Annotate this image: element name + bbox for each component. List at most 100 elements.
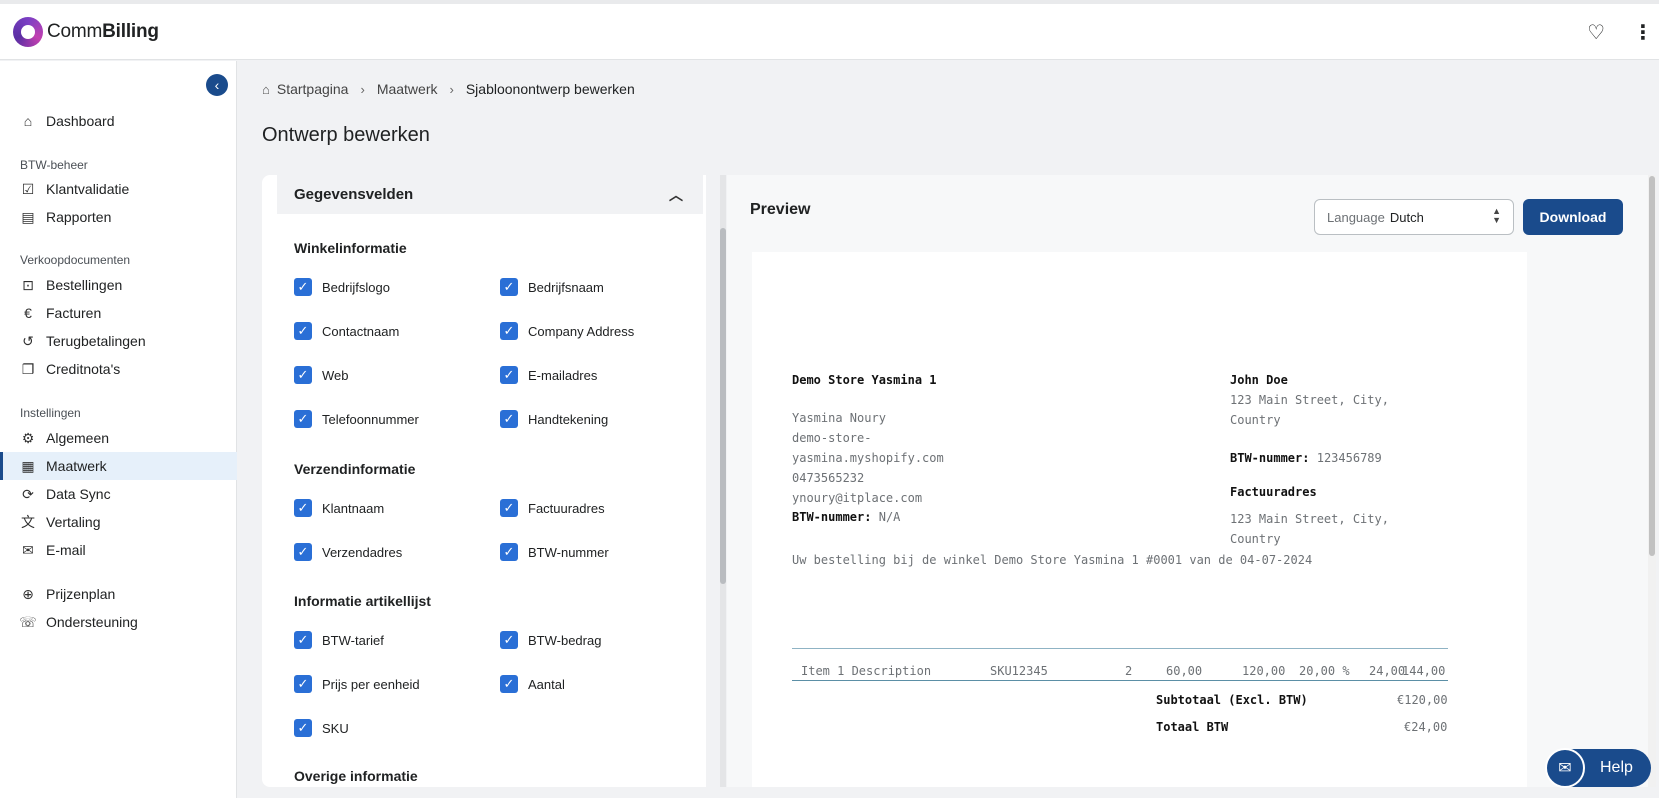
- euro-circle-icon: ⊕: [22, 585, 34, 602]
- checkmark-icon: ✓: [500, 322, 518, 340]
- checkbox-emailadres[interactable]: ✓ E-mailadres: [500, 366, 597, 384]
- invoice-phone: 0473565232: [792, 471, 865, 485]
- checkbox-btw-tarief[interactable]: ✓ BTW-tarief: [294, 631, 384, 649]
- sidebar-item-vertaling[interactable]: 文 Vertaling: [0, 508, 237, 536]
- checkmark-icon: ✓: [500, 410, 518, 428]
- sidebar-item-algemeen[interactable]: ⚙ Algemeen: [0, 424, 237, 452]
- section-toggle-gegevensvelden[interactable]: Gegevensvelden ︿: [277, 175, 703, 214]
- preview-scrollbar-thumb[interactable]: [1649, 176, 1655, 556]
- checkmark-icon: ✓: [294, 410, 312, 428]
- checkbox-aantal[interactable]: ✓ Aantal: [500, 675, 565, 693]
- app-logo[interactable]: CommBilling: [13, 16, 159, 47]
- language-value: Dutch: [1389, 209, 1424, 225]
- breadcrumb: ⌂ Startpagina › Maatwerk › Sjabloonontwe…: [262, 79, 635, 99]
- row-qty: 2: [1125, 664, 1133, 678]
- checkmark-icon: ✓: [294, 366, 312, 384]
- invoice-billing-line1: 123 Main Street, City,: [1230, 512, 1389, 526]
- report-icon: ▤: [21, 208, 35, 225]
- sidebar-section-verkoop: Verkoopdocumenten: [20, 253, 131, 267]
- checkbox-verzendadres[interactable]: ✓ Verzendadres: [294, 543, 402, 561]
- help-button[interactable]: ✉ Help: [1545, 748, 1651, 788]
- language-select[interactable]: Language Dutch ▲ ▼: [1314, 199, 1514, 235]
- sidebar-item-creditnotas[interactable]: ❐ Creditnota's: [0, 355, 237, 383]
- home-icon: ⌂: [23, 113, 33, 129]
- invoice-billing-line2: Country: [1230, 532, 1281, 546]
- group-title-verzend: Verzendinformatie: [294, 461, 416, 477]
- sidebar-item-terugbetalingen[interactable]: ↺ Terugbetalingen: [0, 327, 237, 355]
- chevron-right-icon: ›: [360, 81, 365, 97]
- chevron-left-icon: ‹: [214, 77, 220, 93]
- checkbox-sku[interactable]: ✓ SKU: [294, 719, 349, 737]
- checkbox-web[interactable]: ✓ Web: [294, 366, 349, 384]
- breadcrumb-home[interactable]: Startpagina: [277, 81, 349, 97]
- checkbox-bedrijfslogo[interactable]: ✓ Bedrijfslogo: [294, 278, 390, 296]
- checkmark-icon: ✓: [294, 278, 312, 296]
- invoice-preview: Demo Store Yasmina 1 Yasmina Noury demo-…: [752, 252, 1527, 787]
- invoice-contact: Yasmina Noury: [792, 411, 886, 425]
- row-sku: SKU12345: [990, 664, 1048, 678]
- sidebar-item-ondersteuning[interactable]: ☏ Ondersteuning: [0, 608, 237, 636]
- chat-icon: ☏: [19, 613, 37, 630]
- invoice-customer-addr1: 123 Main Street, City,: [1230, 393, 1389, 407]
- invoice-store-name: Demo Store Yasmina 1: [792, 373, 937, 387]
- chevron-right-icon: ›: [449, 81, 454, 97]
- group-title-artikel: Informatie artikellijst: [294, 593, 431, 609]
- checkbox-telefoonnummer[interactable]: ✓ Telefoonnummer: [294, 410, 419, 428]
- invoice-billing-title: Factuuradres: [1230, 485, 1317, 499]
- breadcrumb-current: Sjabloonontwerp bewerken: [465, 81, 635, 97]
- sidebar-item-maatwerk[interactable]: ▦ Maatwerk: [0, 452, 237, 480]
- chat-bubbles-icon: ✉: [1545, 748, 1585, 788]
- download-button[interactable]: Download: [1523, 199, 1623, 235]
- invoice-customer-name: John Doe: [1230, 373, 1288, 387]
- checkmark-icon: ✓: [294, 499, 312, 517]
- vat-total-label: Totaal BTW: [1156, 720, 1229, 734]
- brand-name: CommBilling: [47, 20, 159, 42]
- group-title-winkel: Winkelinformatie: [294, 240, 407, 256]
- table-top-border: [792, 648, 1448, 649]
- checkbox-factuuradres[interactable]: ✓ Factuuradres: [500, 499, 605, 517]
- checkbox-handtekening[interactable]: ✓ Handtekening: [500, 410, 608, 428]
- checkmark-icon: ✓: [294, 631, 312, 649]
- preview-title: Preview: [750, 201, 811, 218]
- preview-panel: Preview Language Dutch ▲ ▼ Download Demo …: [727, 175, 1649, 787]
- sidebar-item-bestellingen[interactable]: ⊡ Bestellingen: [0, 271, 237, 299]
- sidebar-item-klantvalidatie[interactable]: ☑ Klantvalidatie: [0, 175, 237, 203]
- credit-note-icon: ❐: [21, 360, 35, 377]
- table-row-border: [792, 680, 1448, 681]
- checkbox-bedrijfsnaam[interactable]: ✓ Bedrijfsnaam: [500, 278, 604, 296]
- app-header: CommBilling ♡ ⋮: [0, 4, 1659, 60]
- gear-icon: ⚙: [21, 429, 35, 446]
- checkmark-icon: ✓: [294, 322, 312, 340]
- checkbox-contactnaam[interactable]: ✓ Contactnaam: [294, 322, 399, 340]
- checkmark-icon: ✓: [294, 719, 312, 737]
- heart-icon[interactable]: ♡: [1587, 20, 1605, 45]
- breadcrumb-maatwerk[interactable]: Maatwerk: [377, 81, 438, 97]
- invoice-email: ynoury@itplace.com: [792, 491, 923, 505]
- checkbox-btw-bedrag[interactable]: ✓ BTW-bedrag: [500, 631, 601, 649]
- sidebar-item-facturen[interactable]: € Facturen: [0, 299, 237, 327]
- checkbox-prijs-per-eenheid[interactable]: ✓ Prijs per eenheid: [294, 675, 420, 693]
- checkbox-klantnaam[interactable]: ✓ Klantnaam: [294, 499, 384, 517]
- home-icon: ⌂: [262, 81, 270, 97]
- kebab-menu-icon[interactable]: ⋮: [1633, 20, 1653, 45]
- checkbox-btw-nummer[interactable]: ✓ BTW-nummer: [500, 543, 609, 561]
- group-title-overig: Overige informatie: [294, 768, 418, 784]
- fields-scrollbar-thumb[interactable]: [720, 228, 726, 584]
- sidebar-item-prijzenplan[interactable]: ⊕ Prijzenplan: [0, 580, 237, 608]
- subtotal-label: Subtotaal (Excl. BTW): [1156, 693, 1308, 707]
- row-subtotal: 120,00: [1242, 664, 1286, 678]
- checkbox-company-address[interactable]: ✓ Company Address: [500, 322, 634, 340]
- checkmark-icon: ✓: [500, 278, 518, 296]
- data-fields-panel: Gegevensvelden ︿ Winkelinformatie ✓ Bedri…: [262, 175, 706, 787]
- sidebar-item-dashboard[interactable]: ⌂ Dashboard: [0, 107, 237, 135]
- sidebar-item-rapporten[interactable]: ▤ Rapporten: [0, 203, 237, 231]
- checkmark-icon: ✓: [500, 366, 518, 384]
- invoice-order-line: Uw bestelling bij de winkel Demo Store Y…: [792, 553, 1313, 567]
- sidebar-item-data-sync[interactable]: ⟳ Data Sync: [0, 480, 237, 508]
- sidebar-item-email[interactable]: ✉ E-mail: [0, 536, 237, 564]
- sidebar: ‹ ⌂ Dashboard BTW-beheer ☑ Klantvalidatie …: [0, 61, 237, 798]
- translate-icon: 文: [21, 514, 35, 530]
- invoice-web-line2: yasmina.myshopify.com: [792, 451, 944, 465]
- sidebar-collapse-button[interactable]: ‹: [206, 74, 228, 96]
- sidebar-section-instellingen: Instellingen: [20, 406, 81, 420]
